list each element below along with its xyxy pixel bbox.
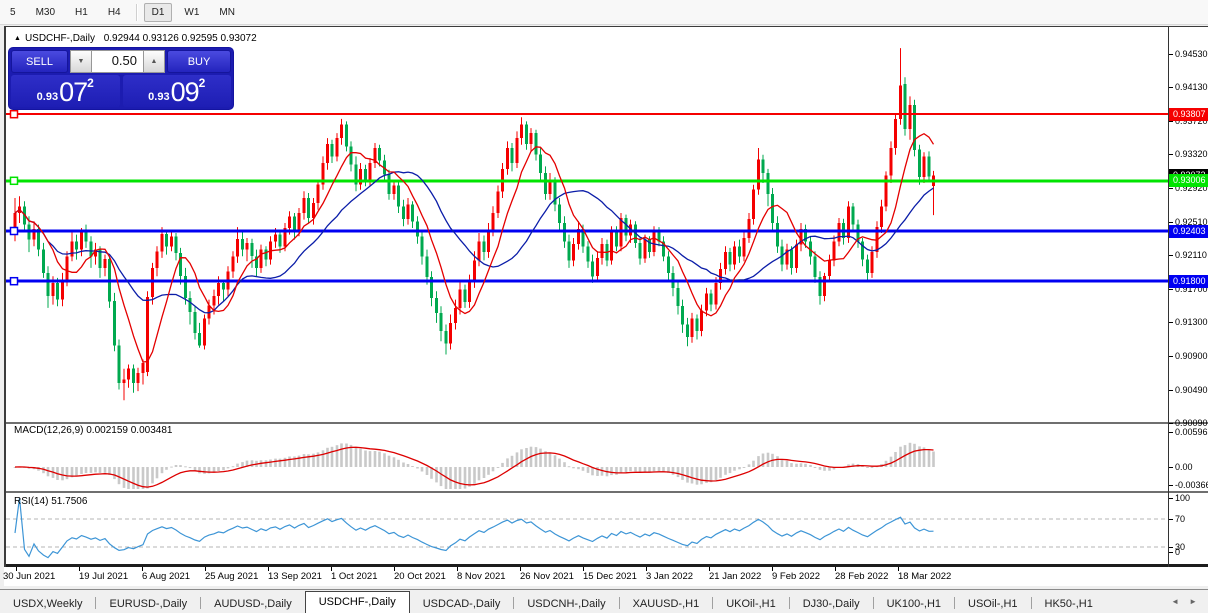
timeframe-button-w1[interactable]: W1 [176, 3, 207, 22]
tab-xauusd[interactable]: XAUUSD-,H1 [620, 595, 713, 613]
timeframe-toolbar: 5M30H1H4 D1W1MN [0, 0, 1208, 25]
date-axis-label: 19 Jul 2021 [79, 571, 128, 582]
tab-usdcad[interactable]: USDCAD-,Daily [410, 595, 514, 613]
toolbar-separator [136, 4, 137, 21]
timeframe-button-m30[interactable]: M30 [28, 3, 63, 22]
tab-usdcnh[interactable]: USDCNH-,Daily [514, 595, 618, 613]
price-axis-label: 0.90900 [1175, 351, 1208, 362]
date-axis-label: 28 Feb 2022 [835, 571, 888, 582]
buy-price-prefix: 0.93 [148, 91, 169, 103]
price-line-tag: 0.92403 [1169, 225, 1208, 238]
sell-button[interactable]: SELL [11, 50, 68, 73]
chart-title: ▲ USDCHF-,Daily 0.92944 0.93126 0.92595 0… [14, 33, 257, 44]
tab-usdx[interactable]: USDX,Weekly [0, 595, 95, 613]
collapse-triangle-icon[interactable]: ▲ [14, 35, 21, 42]
buy-price-point: 2 [199, 76, 206, 90]
rsi-axis-label: 0 [1175, 547, 1180, 558]
volume-increase-button[interactable]: ▲ [143, 50, 165, 73]
date-axis-label: 21 Jan 2022 [709, 571, 761, 582]
tab-eurusd[interactable]: EURUSD-,Daily [96, 595, 200, 613]
tab-uk100[interactable]: UK100-,H1 [874, 595, 954, 613]
rsi-header: RSI(14) 51.7506 [14, 496, 87, 507]
pane-divider[interactable] [6, 491, 1208, 493]
tab-audusd[interactable]: AUDUSD-,Daily [201, 595, 305, 613]
price-axis-label: 0.93320 [1175, 149, 1208, 160]
date-axis-label: 13 Sep 2021 [268, 571, 322, 582]
macd-axis-label: -0.003664 [1175, 480, 1208, 491]
timeframe-button-mn[interactable]: MN [211, 3, 243, 22]
price-axis-label: 0.92110 [1175, 250, 1207, 261]
volume-input[interactable]: 0.50 [92, 50, 143, 73]
buy-button[interactable]: BUY [167, 50, 231, 73]
symbol-tab-bar: USDX,WeeklyEURUSD-,DailyAUDUSD-,DailyUSD… [0, 589, 1208, 613]
chart-symbol-label: USDCHF-,Daily [25, 33, 95, 44]
buy-price-quote[interactable]: 0.93 09 2 [123, 75, 232, 107]
timeframe-button-h4[interactable]: H4 [100, 3, 129, 22]
volume-stepper: ▼ 0.50 ▲ [70, 50, 165, 73]
buy-price-pips: 09 [171, 80, 199, 105]
sell-price-point: 2 [87, 76, 94, 90]
rsi-axis-label: 100 [1175, 493, 1190, 504]
price-line-tag: 0.93006 [1169, 174, 1208, 187]
date-axis-label: 9 Feb 2022 [772, 571, 820, 582]
date-axis-label: 6 Aug 2021 [142, 571, 190, 582]
date-axis-label: 26 Nov 2021 [520, 571, 574, 582]
timeframe-button-h1[interactable]: H1 [67, 3, 96, 22]
price-line-tag: 0.91800 [1169, 275, 1208, 288]
timeframe-button-d1[interactable]: D1 [144, 3, 173, 22]
price-axis-label: 0.94530 [1175, 49, 1208, 60]
tab-usoil[interactable]: USOil-,H1 [955, 595, 1031, 613]
timeframe-button-5[interactable]: 5 [2, 3, 24, 22]
date-axis-label: 15 Dec 2021 [583, 571, 637, 582]
tab-dj30[interactable]: DJ30-,Daily [790, 595, 873, 613]
chart-window: ▲ USDCHF-,Daily 0.92944 0.93126 0.92595 0… [4, 26, 1208, 567]
one-click-trading-panel: SELL ▼ 0.50 ▲ BUY 0.93 07 2 0.93 09 2 [9, 48, 233, 109]
date-axis-label: 30 Jun 2021 [3, 571, 55, 582]
macd-canvas[interactable] [6, 424, 1168, 491]
chart-ohlc-values: 0.92944 0.93126 0.92595 0.93072 [104, 33, 257, 44]
tab-hk50[interactable]: HK50-,H1 [1032, 595, 1106, 613]
macd-axis-label: 0.00 [1175, 462, 1193, 473]
tab-ukoil[interactable]: UKOil-,H1 [713, 595, 789, 613]
date-axis: 30 Jun 2021 19 Jul 2021 6 Aug 2021 25 Aug 2… [4, 567, 1208, 586]
price-axis-label: 0.94130 [1175, 82, 1208, 93]
macd-axis-label: 0.005963 [1175, 427, 1208, 438]
price-axis-label: 0.90490 [1175, 385, 1208, 396]
date-axis-label: 25 Aug 2021 [205, 571, 258, 582]
trading-app: { "toolbar": { "timeframes": ["5", "M30"… [0, 0, 1208, 613]
sell-price-prefix: 0.93 [37, 91, 58, 103]
tab-scroll-right-icon[interactable]: ► [1184, 597, 1202, 606]
date-axis-label: 3 Jan 2022 [646, 571, 693, 582]
date-axis-label: 8 Nov 2021 [457, 571, 506, 582]
sell-price-pips: 07 [59, 80, 87, 105]
date-axis-label: 1 Oct 2021 [331, 571, 377, 582]
rsi-canvas[interactable] [6, 494, 1168, 564]
price-line-tag: 0.93807 [1169, 108, 1208, 121]
volume-decrease-button[interactable]: ▼ [70, 50, 92, 73]
price-axis-label: 0.91300 [1175, 317, 1208, 328]
date-axis-label: 18 Mar 2022 [898, 571, 951, 582]
macd-header: MACD(12,26,9) 0.002159 0.003481 [14, 425, 172, 436]
rsi-axis-label: 70 [1175, 514, 1185, 525]
tab-scroll-left-icon[interactable]: ◄ [1166, 597, 1184, 606]
sell-price-quote[interactable]: 0.93 07 2 [11, 75, 120, 107]
tab-usdchf[interactable]: USDCHF-,Daily [305, 591, 410, 613]
date-axis-label: 20 Oct 2021 [394, 571, 446, 582]
